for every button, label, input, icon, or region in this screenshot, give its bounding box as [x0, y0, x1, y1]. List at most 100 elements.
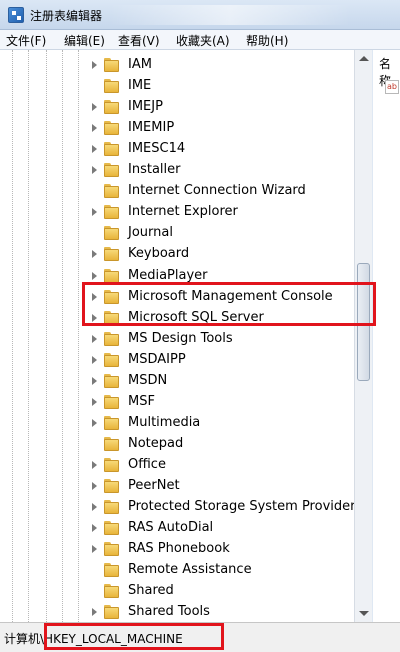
tree-item[interactable]: RAS Phonebook: [90, 539, 370, 560]
expand-arrow-icon[interactable]: [92, 103, 97, 112]
folder-icon: [104, 479, 119, 494]
menu-favorites[interactable]: 收藏夹(A): [176, 32, 230, 49]
tree-item[interactable]: Protected Storage System Provider: [90, 497, 370, 518]
tree-item[interactable]: Office: [90, 455, 370, 476]
tree-item-label[interactable]: Shared Tools: [128, 604, 210, 619]
tree-item[interactable]: IME: [90, 76, 370, 97]
tree-guide-line: [12, 50, 13, 622]
tree-item[interactable]: Internet Explorer: [90, 202, 370, 223]
tree-item[interactable]: Journal: [90, 223, 370, 244]
registry-editor-icon: [8, 7, 24, 23]
title-bar-glass: [110, 5, 350, 25]
expand-arrow-icon[interactable]: [92, 250, 97, 259]
expand-arrow-icon[interactable]: [92, 545, 97, 554]
expand-arrow-icon[interactable]: [92, 166, 97, 175]
folder-icon: [104, 247, 119, 262]
tree-vertical-scrollbar[interactable]: [354, 50, 372, 622]
tree-item-label[interactable]: Shared: [128, 583, 174, 598]
expand-arrow-icon[interactable]: [92, 124, 97, 133]
registry-key-tree[interactable]: IAM IME IMEJP IMEMIP IMESC14 Installer Interne…: [0, 50, 372, 622]
tree-item-label[interactable]: PeerNet: [128, 478, 180, 493]
folder-icon: [104, 331, 119, 347]
tree-item-label[interactable]: IMEMIP: [128, 120, 174, 135]
tree-item[interactable]: Installer: [90, 160, 370, 181]
expand-arrow-icon[interactable]: [92, 482, 97, 490]
tree-item-label[interactable]: MediaPlayer: [128, 268, 208, 283]
folder-icon: [104, 184, 119, 199]
tree-item-label[interactable]: MSDN: [128, 373, 167, 388]
tree-guide-line: [62, 50, 63, 622]
tree-item[interactable]: IMESC14: [90, 139, 370, 160]
tree-item[interactable]: PeerNet: [90, 476, 370, 497]
tree-item-label[interactable]: MSDAIPP: [128, 352, 186, 367]
menu-help[interactable]: 帮助(H): [246, 32, 288, 49]
tree-item[interactable]: Internet Connection Wizard: [90, 181, 370, 202]
tree-item-label[interactable]: RAS Phonebook: [128, 541, 230, 556]
folder-icon: [104, 394, 119, 410]
tree-item-label[interactable]: Multimedia: [128, 415, 200, 430]
window-title: 注册表编辑器: [30, 9, 103, 23]
expand-arrow-icon[interactable]: [92, 208, 97, 217]
tree-item[interactable]: Shared Tools: [90, 602, 370, 622]
expand-arrow-icon[interactable]: [92, 608, 97, 617]
expand-arrow-icon[interactable]: [92, 397, 97, 406]
tree-item[interactable]: IMEJP: [90, 97, 370, 118]
tree-item-label[interactable]: Journal: [128, 225, 173, 240]
tree-item[interactable]: RAS AutoDial: [90, 518, 370, 539]
tree-item[interactable]: IMEMIP: [90, 118, 370, 139]
scroll-down-arrow-icon[interactable]: [359, 611, 369, 616]
tree-item-label[interactable]: MSF: [128, 394, 155, 409]
folder-icon: [104, 352, 119, 368]
tree-item-label[interactable]: RAS AutoDial: [128, 520, 213, 535]
expand-arrow-icon[interactable]: [92, 145, 97, 154]
expand-arrow-icon[interactable]: [92, 355, 97, 364]
tree-item[interactable]: MSDN: [90, 371, 370, 392]
status-computer-label: 计算机: [4, 632, 41, 646]
tree-item[interactable]: Keyboard: [90, 244, 370, 265]
tree-item-label[interactable]: IMESC14: [128, 141, 185, 156]
menu-edit[interactable]: 编辑(E): [64, 32, 105, 49]
expand-arrow-icon[interactable]: [92, 61, 97, 69]
scroll-up-arrow-icon[interactable]: [359, 56, 369, 61]
tree-item[interactable]: Shared: [90, 581, 370, 602]
tree-guide-line: [78, 50, 79, 622]
folder-icon: [104, 373, 119, 389]
tree-item-label[interactable]: Notepad: [128, 436, 183, 451]
tree-item-label[interactable]: Keyboard: [128, 246, 189, 261]
expand-arrow-icon[interactable]: [92, 524, 97, 533]
expand-arrow-icon[interactable]: [92, 460, 97, 469]
tree-item[interactable]: Remote Assistance: [90, 560, 370, 581]
tree-item[interactable]: Multimedia: [90, 413, 370, 434]
tree-guide-line: [46, 50, 47, 622]
expand-arrow-icon[interactable]: [92, 271, 97, 280]
tree-item-label[interactable]: Protected Storage System Provider: [128, 499, 355, 514]
tree-item-label[interactable]: IME: [128, 78, 151, 93]
expand-arrow-icon[interactable]: [92, 376, 97, 385]
tree-item-label[interactable]: Internet Connection Wizard: [128, 183, 306, 198]
folder-icon: [104, 542, 119, 557]
tree-item-label[interactable]: Internet Explorer: [128, 204, 238, 219]
tree-item-label[interactable]: Remote Assistance: [128, 562, 252, 577]
title-bar: 注册表编辑器: [0, 0, 400, 30]
tree-item[interactable]: MSDAIPP: [90, 350, 370, 371]
expand-arrow-icon[interactable]: [92, 334, 97, 343]
menu-view[interactable]: 查看(V): [118, 32, 160, 49]
tree-item-label[interactable]: IAM: [128, 57, 152, 72]
tree-item[interactable]: MSF: [90, 392, 370, 413]
tree-item-label[interactable]: Office: [128, 457, 166, 472]
highlight-box-status-path: [44, 623, 224, 650]
tree-item[interactable]: IAM: [90, 55, 370, 76]
folder-icon: [104, 142, 119, 157]
values-pane[interactable]: 名称 ab: [373, 50, 400, 622]
folder-icon: [104, 436, 119, 452]
tree-item[interactable]: Notepad: [90, 434, 370, 455]
tree-item-label[interactable]: IMEJP: [128, 99, 163, 114]
tree-item-label[interactable]: Installer: [128, 162, 180, 177]
menu-file[interactable]: 文件(F): [6, 32, 46, 49]
tree-item[interactable]: MS Design Tools: [90, 329, 370, 350]
folder-icon: [104, 584, 119, 599]
folder-icon: [104, 58, 119, 73]
tree-item-label[interactable]: MS Design Tools: [128, 331, 233, 346]
expand-arrow-icon[interactable]: [92, 418, 97, 427]
expand-arrow-icon[interactable]: [92, 503, 97, 512]
